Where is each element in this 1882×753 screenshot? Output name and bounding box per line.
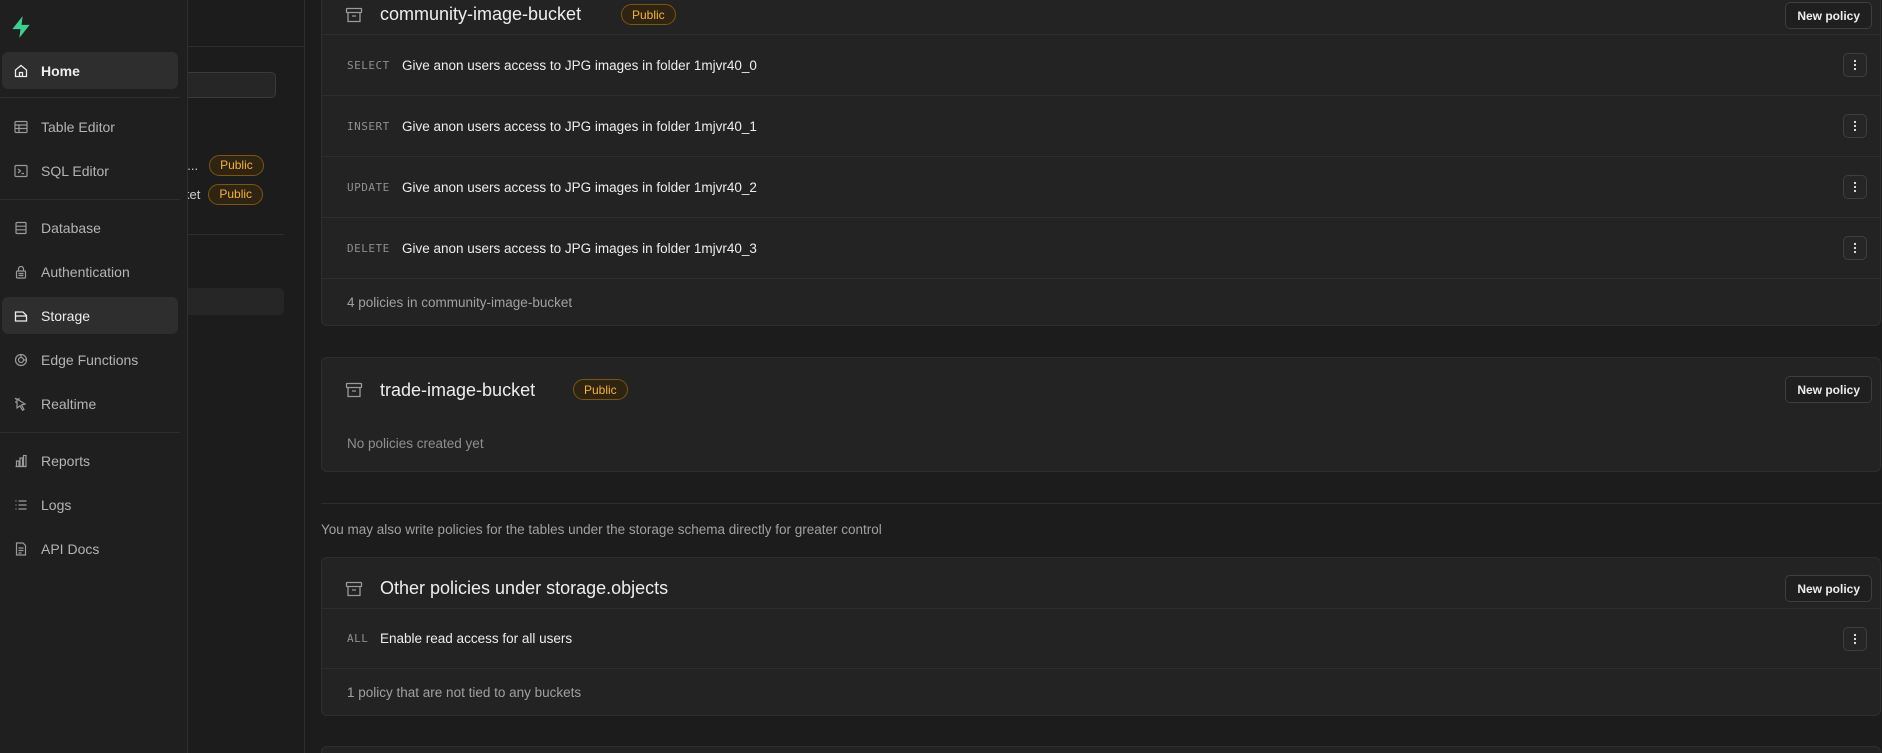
public-badge: Public [209, 154, 264, 176]
nav-divider [0, 432, 180, 433]
policy-command: UPDATE [347, 180, 390, 194]
panel-item-policies[interactable] [188, 288, 284, 315]
public-badge: Public [621, 4, 676, 25]
nav-item-table-editor[interactable]: Table Editor [2, 108, 178, 145]
bucket-card-community: community-image-bucket Public New policy… [321, 0, 1881, 326]
policy-command: ALL [347, 632, 369, 645]
nav-item-realtime[interactable]: Realtime [2, 385, 178, 422]
terminal-icon [11, 161, 31, 181]
policy-name: Give anon users access to JPG images in … [402, 240, 757, 256]
edge-functions-icon [11, 350, 31, 370]
storage-icon [11, 306, 31, 326]
realtime-icon [11, 394, 31, 414]
policy-command: DELETE [347, 241, 390, 255]
policy-row[interactable]: DELETE Give anon users access to JPG ima… [322, 217, 1880, 278]
policy-count-text: 1 policy that are not tied to any bucket… [347, 685, 582, 700]
home-icon [11, 61, 31, 81]
section-title: Other policies under storage.objects [380, 578, 669, 598]
policy-footer: 4 policies in community-image-bucket [322, 278, 1880, 325]
public-badge: Public [573, 379, 628, 400]
policy-row[interactable]: ALL Enable read access for all users [322, 608, 1880, 668]
more-options-button[interactable] [1843, 236, 1867, 260]
lock-icon [11, 262, 31, 282]
logs-icon [11, 495, 31, 515]
nav-item-reports[interactable]: Reports [2, 442, 178, 479]
policy-row[interactable]: SELECT Give anon users access to JPG ima… [322, 34, 1880, 95]
nav-item-authentication[interactable]: Authentication [2, 253, 178, 290]
bucket-title: community-image-bucket [380, 4, 582, 24]
policies-content: community-image-bucket Public New policy… [305, 0, 1882, 753]
policy-command: SELECT [347, 58, 390, 72]
nav-item-home[interactable]: Home [2, 52, 178, 89]
more-vertical-icon [1853, 633, 1857, 644]
more-vertical-icon [1853, 120, 1857, 132]
policy-command: INSERT [347, 119, 390, 133]
bucket-card-trade: trade-image-bucket Public New policy No … [321, 357, 1881, 472]
reports-icon [11, 451, 31, 471]
bucket-title: trade-image-bucket [380, 380, 536, 400]
policy-name: Enable read access for all users [380, 631, 573, 646]
policy-footer: 1 policy that are not tied to any bucket… [322, 668, 1880, 716]
panel-divider [188, 234, 284, 235]
archive-icon [345, 581, 363, 597]
more-vertical-icon [1853, 59, 1857, 71]
policy-count-text: 4 policies in community-image-bucket [347, 294, 573, 310]
more-vertical-icon [1853, 181, 1857, 193]
new-policy-button[interactable]: New policy [1785, 376, 1872, 403]
nav-item-label: Reports [41, 452, 91, 469]
storage-schema-hint: You may also write policies for the tabl… [321, 522, 882, 537]
nav-divider [0, 97, 180, 98]
nav-item-label: Home [41, 62, 80, 79]
main-sidebar: Home Table Editor SQL Editor Database Au… [0, 0, 188, 753]
archive-icon [345, 382, 363, 398]
more-options-button[interactable] [1843, 114, 1867, 138]
more-options-button[interactable] [1843, 53, 1867, 77]
policy-row[interactable]: INSERT Give anon users access to JPG ima… [322, 95, 1880, 156]
bucket-name: ket [188, 186, 201, 202]
policy-name: Give anon users access to JPG images in … [402, 118, 757, 134]
nav-item-logs[interactable]: Logs [2, 486, 178, 523]
policy-name: Give anon users access to JPG images in … [402, 57, 757, 73]
more-vertical-icon [1853, 242, 1857, 254]
bucket-list-item[interactable]: e... Public [188, 153, 264, 177]
other-policies-card: Other policies under storage.objects New… [321, 557, 1881, 716]
api-docs-icon [11, 539, 31, 559]
nav-item-edge-functions[interactable]: Edge Functions [2, 341, 178, 378]
nav-item-api-docs[interactable]: API Docs [2, 530, 178, 567]
more-options-button[interactable] [1843, 626, 1867, 651]
nav-item-label: Authentication [41, 263, 130, 280]
bucket-name: e... [188, 157, 199, 173]
new-policy-button[interactable]: New policy [1785, 2, 1872, 29]
storage-panel: e... Public ket Public [188, 0, 305, 753]
nav-item-label: API Docs [41, 540, 100, 557]
policy-name: Give anon users access to JPG images in … [402, 179, 757, 195]
nav-divider [0, 199, 180, 200]
bucket-list-item[interactable]: ket Public [188, 182, 264, 206]
database-icon [11, 218, 31, 238]
nav-item-label: SQL Editor [41, 162, 109, 179]
nav-item-storage[interactable]: Storage [2, 297, 178, 334]
public-badge: Public [208, 183, 264, 205]
section-divider [321, 503, 1881, 504]
panel-divider [188, 46, 304, 47]
nav-item-sql-editor[interactable]: SQL Editor [2, 152, 178, 189]
nav-item-label: Table Editor [41, 118, 115, 135]
new-policy-button[interactable]: New policy [1785, 575, 1872, 602]
nav-item-database[interactable]: Database [2, 209, 178, 246]
next-card [321, 746, 1881, 753]
more-options-button[interactable] [1843, 175, 1867, 199]
empty-policies-text: No policies created yet [347, 436, 484, 451]
nav-item-label: Storage [41, 307, 91, 324]
supabase-logo-icon[interactable] [8, 14, 34, 40]
search-buckets-input[interactable] [188, 72, 276, 98]
policy-row[interactable]: UPDATE Give anon users access to JPG ima… [322, 156, 1880, 217]
nav-item-label: Logs [41, 496, 72, 513]
archive-icon [345, 7, 363, 23]
table-icon [11, 117, 31, 137]
nav-item-label: Edge Functions [41, 351, 139, 368]
nav-item-label: Database [41, 219, 101, 236]
nav-item-label: Realtime [41, 395, 97, 412]
